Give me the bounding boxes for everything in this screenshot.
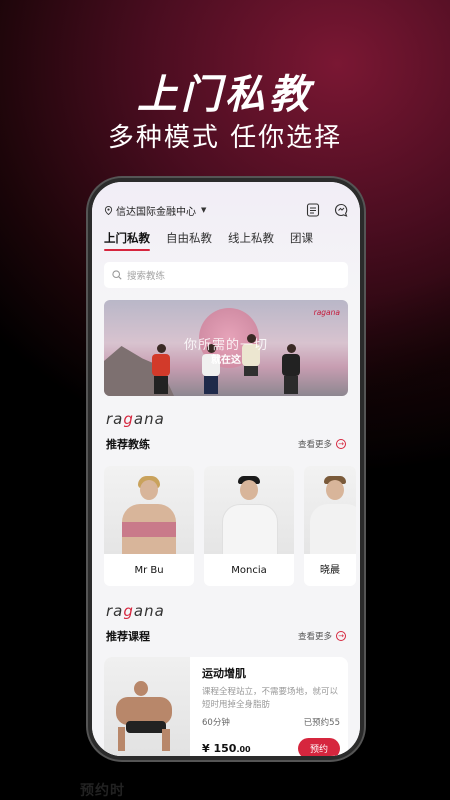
location-selector[interactable]: 信达国际金融中心 ▼ — [104, 203, 206, 218]
view-more-courses-link[interactable]: 查看更多 → — [298, 630, 346, 642]
app-screen: 信达国际金融中心 ▼ 上门私教 自由私教 线上私教 团课 搜索教练 ragana… — [92, 182, 360, 756]
course-card[interactable]: 运动增肌 课程全程站立，不需要场地，就可以短时甩掉全身脂肪 60分钟 已预约55… — [104, 657, 348, 756]
location-pin-icon — [104, 205, 113, 215]
course-title: 运动增肌 — [202, 667, 246, 680]
coach-photo — [304, 466, 356, 554]
coach-card[interactable]: 晓晨 — [304, 466, 356, 586]
section-title: 推荐课程 — [106, 630, 150, 643]
book-button[interactable]: 预约 — [297, 738, 340, 756]
banner-brand-logo: ragana — [313, 308, 340, 317]
brand-logo: ragana — [106, 410, 165, 428]
top-bar: 信达国际金融中心 ▼ — [104, 200, 348, 220]
hero-subtitle: 多种模式 任你选择 — [107, 123, 343, 153]
course-duration: 60分钟 — [202, 718, 230, 728]
category-tabs: 上门私教 自由私教 线上私教 团课 — [104, 230, 313, 251]
arrow-right-icon: → — [336, 439, 346, 449]
coach-name: Moncia — [231, 565, 267, 576]
chevron-down-icon: ▼ — [201, 206, 207, 214]
coach-photo — [104, 466, 194, 554]
hero-title: 上门私教 — [137, 72, 313, 118]
view-more-coaches-link[interactable]: 查看更多 → — [298, 438, 346, 450]
brand-logo: ragana — [106, 602, 165, 620]
tab-online-training[interactable]: 线上私教 — [228, 230, 274, 251]
coach-card[interactable]: Mr Bu — [104, 466, 194, 586]
phone-frame: 信达国际金融中心 ▼ 上门私教 自由私教 线上私教 团课 搜索教练 ragana… — [88, 178, 364, 760]
coaches-section-header: 推荐教练 查看更多 → — [106, 436, 346, 452]
coach-card[interactable]: Moncia — [204, 466, 294, 586]
tab-home-training[interactable]: 上门私教 — [104, 230, 150, 251]
search-placeholder: 搜索教练 — [127, 271, 166, 282]
coach-name: Mr Bu — [134, 565, 164, 576]
coach-name: 晓晨 — [320, 565, 340, 576]
banner-subtitle: 就在这 — [211, 355, 241, 366]
notes-icon[interactable] — [306, 203, 320, 217]
promo-banner[interactable]: ragana 你所需的一切 就在这 — [104, 300, 348, 396]
location-label: 信达国际金融中心 — [116, 206, 196, 218]
course-price: ¥ 150.00 — [202, 742, 251, 755]
section-title: 推荐教练 — [106, 438, 150, 451]
course-image — [104, 657, 190, 756]
coach-list: Mr Bu Moncia 晓晨 — [104, 466, 356, 586]
footer-caption: 预约时 — [80, 783, 125, 799]
search-input[interactable]: 搜索教练 — [104, 262, 348, 288]
search-icon — [112, 270, 122, 280]
course-booked-count: 已预约55 — [303, 718, 340, 728]
coach-photo — [204, 466, 294, 554]
course-description: 课程全程站立，不需要场地，就可以短时甩掉全身脂肪 — [202, 687, 339, 710]
courses-section-header: 推荐课程 查看更多 → — [106, 628, 346, 644]
arrow-right-icon: → — [336, 631, 346, 641]
tab-group-class[interactable]: 团课 — [290, 230, 313, 251]
tab-free-training[interactable]: 自由私教 — [166, 230, 212, 251]
message-icon[interactable] — [334, 203, 348, 217]
